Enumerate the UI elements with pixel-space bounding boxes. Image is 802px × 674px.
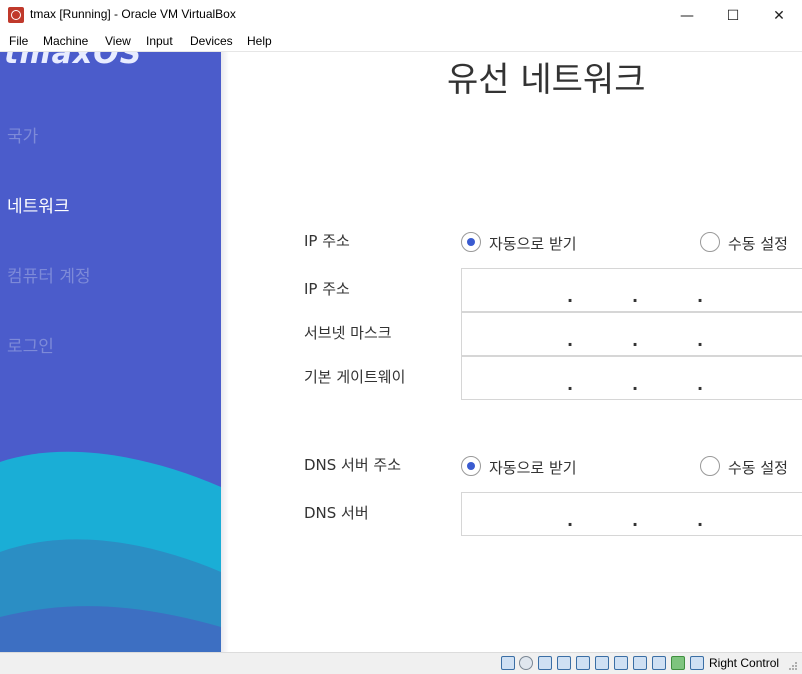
maximize-icon: ☐: [726, 7, 740, 24]
mouse-integration-icon[interactable]: [671, 656, 685, 670]
virtualbox-app-icon: [8, 7, 24, 23]
maximize-button[interactable]: ☐: [710, 0, 756, 31]
dns-auto-radio[interactable]: [461, 456, 481, 476]
ip-octet-separator: .: [697, 287, 704, 306]
dns-server-label: DNS 서버: [304, 504, 369, 522]
ip-octet-separator: .: [632, 511, 639, 530]
ip-octet-separator: .: [632, 331, 639, 350]
shared-folders-icon[interactable]: [595, 656, 609, 670]
sidebar-shadow: [221, 52, 229, 652]
resize-grip-icon[interactable]: [788, 661, 798, 671]
tmaxos-logo: tmaxOS: [4, 52, 143, 71]
display-icon[interactable]: [614, 656, 628, 670]
host-key-label: Right Control: [709, 656, 780, 670]
keyboard-icon[interactable]: [690, 656, 704, 670]
ip-octet-separator: .: [697, 375, 704, 394]
hard-disk-icon[interactable]: [501, 656, 515, 670]
dns-auto-label[interactable]: 자동으로 받기: [489, 457, 577, 478]
sidebar-item-country[interactable]: 국가: [7, 122, 38, 147]
menu-help[interactable]: Help: [247, 34, 272, 48]
ip-address-label: IP 주소: [304, 280, 350, 298]
menu-devices[interactable]: Devices: [190, 34, 233, 48]
window-title: tmax [Running] - Oracle VM VirtualBox: [30, 7, 236, 21]
ip-octet-separator: .: [567, 331, 574, 350]
ip-octet-separator: .: [697, 511, 704, 530]
page-title: 유선 네트워크: [447, 60, 646, 100]
menu-file[interactable]: File: [9, 34, 28, 48]
vm-status-bar: Right Control: [0, 652, 802, 674]
audio-icon[interactable]: [538, 656, 552, 670]
ip-octet-separator: .: [567, 287, 574, 306]
sidebar-item-network[interactable]: 네트워크: [7, 192, 70, 217]
dns-mode-label: DNS 서버 주소: [304, 456, 402, 474]
ip-octet-separator: .: [697, 331, 704, 350]
close-icon: ✕: [773, 7, 785, 24]
ip-manual-label[interactable]: 수동 설정: [728, 233, 788, 254]
optical-drive-icon[interactable]: [519, 656, 533, 670]
installer-sidebar: tmaxOS 국가 네트워크 컴퓨터 계정 로그인: [0, 52, 221, 652]
ip-address-field[interactable]: . . .: [461, 268, 802, 312]
window-titlebar: tmax [Running] - Oracle VM VirtualBox — …: [0, 0, 802, 31]
ip-octet-separator: .: [632, 375, 639, 394]
sidebar-item-computer-account[interactable]: 컴퓨터 계정: [7, 262, 91, 287]
video-capture-icon[interactable]: [633, 656, 647, 670]
dns-manual-radio[interactable]: [700, 456, 720, 476]
sidebar-wave-decoration: [0, 451, 221, 652]
gateway-field[interactable]: . . .: [461, 356, 802, 400]
subnet-mask-label: 서브넷 마스크: [304, 324, 392, 342]
network-icon[interactable]: [557, 656, 571, 670]
ip-octet-separator: .: [567, 375, 574, 394]
cpu-icon[interactable]: [652, 656, 666, 670]
ip-mode-label: IP 주소: [304, 232, 350, 250]
dns-manual-label[interactable]: 수동 설정: [728, 457, 788, 478]
sidebar-item-login[interactable]: 로그인: [7, 332, 54, 357]
ip-manual-radio[interactable]: [700, 232, 720, 252]
menu-machine[interactable]: Machine: [43, 34, 88, 48]
menu-bar: File Machine View Input Devices Help: [0, 31, 802, 52]
gateway-label: 기본 게이트웨이: [304, 368, 406, 386]
usb-icon[interactable]: [576, 656, 590, 670]
ip-auto-label[interactable]: 자동으로 받기: [489, 233, 577, 254]
menu-view[interactable]: View: [105, 34, 131, 48]
guest-screen[interactable]: tmaxOS 국가 네트워크 컴퓨터 계정 로그인 유선 네트워크 IP 주소 …: [0, 52, 802, 652]
subnet-mask-field[interactable]: . . .: [461, 312, 802, 356]
minimize-icon: —: [680, 7, 694, 24]
ip-octet-separator: .: [632, 287, 639, 306]
minimize-button[interactable]: —: [664, 0, 710, 31]
dns-server-field[interactable]: . . .: [461, 492, 802, 536]
menu-input[interactable]: Input: [146, 34, 173, 48]
close-button[interactable]: ✕: [756, 0, 802, 31]
ip-octet-separator: .: [567, 511, 574, 530]
ip-auto-radio[interactable]: [461, 232, 481, 252]
